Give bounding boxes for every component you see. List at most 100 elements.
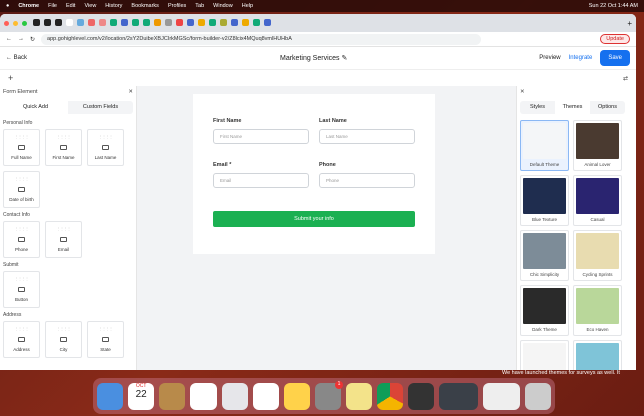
tab-favicon[interactable] [132,18,139,26]
drag-handle-icon[interactable]: ⋮⋮⋮⋮ [15,226,30,232]
first-name-input[interactable]: First Name [213,129,309,144]
element-tile[interactable]: ⋮⋮⋮⋮ Last Name [87,129,124,166]
email-input[interactable]: Email [213,173,309,188]
tab-styles[interactable]: Styles [520,101,555,114]
swap-icon[interactable]: ⇄ [623,75,628,82]
phone-input[interactable]: Phone [319,173,415,188]
theme-card[interactable]: Blue Texture [520,175,569,226]
stickies-icon[interactable] [346,382,373,410]
update-button[interactable]: Update [600,34,630,44]
notes-icon[interactable] [283,382,310,410]
tab-favicon[interactable] [143,18,150,26]
url-input[interactable]: app.gohighlevel.com/v2/location/2sY2Duib… [41,33,482,45]
add-element-icon[interactable]: + [8,73,13,83]
back-nav-icon[interactable]: ← [6,36,12,42]
tab-favicon[interactable] [253,18,260,26]
pencil-icon[interactable]: ✎ [341,55,347,62]
menu-tab[interactable]: Tab [195,3,204,9]
theme-card[interactable]: Chic Simplicity [520,230,569,281]
menu-file[interactable]: File [48,3,57,9]
save-button[interactable]: Save [600,50,630,66]
drag-handle-icon[interactable]: ⋮⋮⋮⋮ [15,326,30,332]
minimized-window-1[interactable] [439,382,479,410]
theme-card[interactable] [573,340,622,370]
menu-bookmarks[interactable]: Bookmarks [131,3,159,9]
last-name-input[interactable]: Last Name [319,129,415,144]
close-window-button[interactable] [4,20,9,26]
slack-icon[interactable] [252,382,279,410]
drag-handle-icon[interactable]: ⋮⋮⋮⋮ [99,326,114,332]
sublime-icon[interactable] [408,382,435,410]
menu-history[interactable]: History [105,3,122,9]
drag-handle-icon[interactable]: ⋮⋮⋮⋮ [99,134,114,140]
drag-handle-icon[interactable]: ⋮⋮⋮⋮ [57,134,72,140]
tab-favicon[interactable] [231,18,238,26]
reload-icon[interactable]: ↻ [30,36,35,43]
menu-app[interactable]: Chrome [18,3,39,9]
minimize-window-button[interactable] [13,20,18,26]
forward-nav-icon[interactable]: → [18,36,24,42]
tab-favicon[interactable] [198,18,205,26]
tab-options[interactable]: Options [590,101,625,114]
theme-card[interactable]: Casual [573,175,622,226]
reminders-icon[interactable] [190,382,217,410]
trash-icon[interactable] [524,382,551,410]
tab-favicon[interactable] [44,18,51,26]
notes-app-icon[interactable] [159,382,186,410]
tab-favicon[interactable] [176,18,183,26]
new-tab-icon[interactable]: + [627,19,632,28]
finder-icon[interactable] [97,382,124,410]
tab-custom-fields[interactable]: Custom Fields [68,101,133,114]
element-tile[interactable]: ⋮⋮⋮⋮ First Name [45,129,82,166]
element-tile[interactable]: ⋮⋮⋮⋮ Phone [3,221,40,258]
theme-card[interactable]: Dark Theme [520,285,569,336]
theme-card[interactable]: Eco Haven [573,285,622,336]
tab-favicons[interactable] [31,18,273,28]
drag-handle-icon[interactable]: ⋮⋮⋮⋮ [57,326,72,332]
tab-favicon[interactable] [33,18,40,26]
menu-window[interactable]: Window [213,3,233,9]
element-tile[interactable]: ⋮⋮⋮⋮ Date of birth [3,171,40,208]
form-title[interactable]: Marketing Services ✎ [280,54,347,62]
element-tile[interactable]: ⋮⋮⋮⋮ Button [3,271,40,308]
chrome-icon[interactable] [377,382,404,410]
theme-card[interactable]: Default Theme [520,120,569,171]
tab-favicon[interactable] [209,18,216,26]
settings-icon[interactable]: 1 [314,380,343,410]
tab-favicon[interactable] [66,18,73,26]
tab-favicon[interactable] [88,18,95,26]
theme-card[interactable] [520,340,569,370]
tab-favicon[interactable] [165,18,172,26]
launchpad-icon[interactable] [221,382,248,410]
element-tile[interactable]: ⋮⋮⋮⋮ Address [3,321,40,358]
tab-favicon[interactable] [55,18,62,26]
drag-handle-icon[interactable]: ⋮⋮⋮⋮ [15,176,30,182]
tab-themes[interactable]: Themes [555,101,590,114]
drag-handle-icon[interactable]: ⋮⋮⋮⋮ [15,276,30,282]
theme-card[interactable]: Cycling Sprints [573,230,622,281]
menu-help[interactable]: Help [242,3,253,9]
tab-favicon[interactable] [220,18,227,26]
element-tile[interactable]: ⋮⋮⋮⋮ State [87,321,124,358]
clock[interactable]: Sun 22 Oct 1:44 AM [589,3,638,9]
menu-profiles[interactable]: Profiles [168,3,186,9]
menu-edit[interactable]: Edit [66,3,75,9]
back-button[interactable]: ← Back [6,55,27,61]
drag-handle-icon[interactable]: ⋮⋮⋮⋮ [57,226,72,232]
tab-favicon[interactable] [121,18,128,26]
close-icon[interactable]: ✕ [128,89,133,96]
apple-icon[interactable]: ● [6,3,9,9]
minimized-window-2[interactable] [483,382,520,410]
tab-favicon[interactable] [77,18,84,26]
tab-favicon[interactable] [242,18,249,26]
theme-card[interactable]: Animal Lover [573,120,622,171]
element-tile[interactable]: ⋮⋮⋮⋮ Email [45,221,82,258]
tab-favicon[interactable] [187,18,194,26]
element-tile[interactable]: ⋮⋮⋮⋮ Full Name [3,129,40,166]
integrate-button[interactable]: Integrate [569,55,593,61]
notification-text[interactable]: We have launched themes for surveys as w… [502,370,620,376]
tab-quick-add[interactable]: Quick Add [3,101,68,114]
drag-handle-icon[interactable]: ⋮⋮⋮⋮ [15,134,30,140]
maximize-window-button[interactable] [22,20,27,26]
tab-favicon[interactable] [264,18,271,26]
